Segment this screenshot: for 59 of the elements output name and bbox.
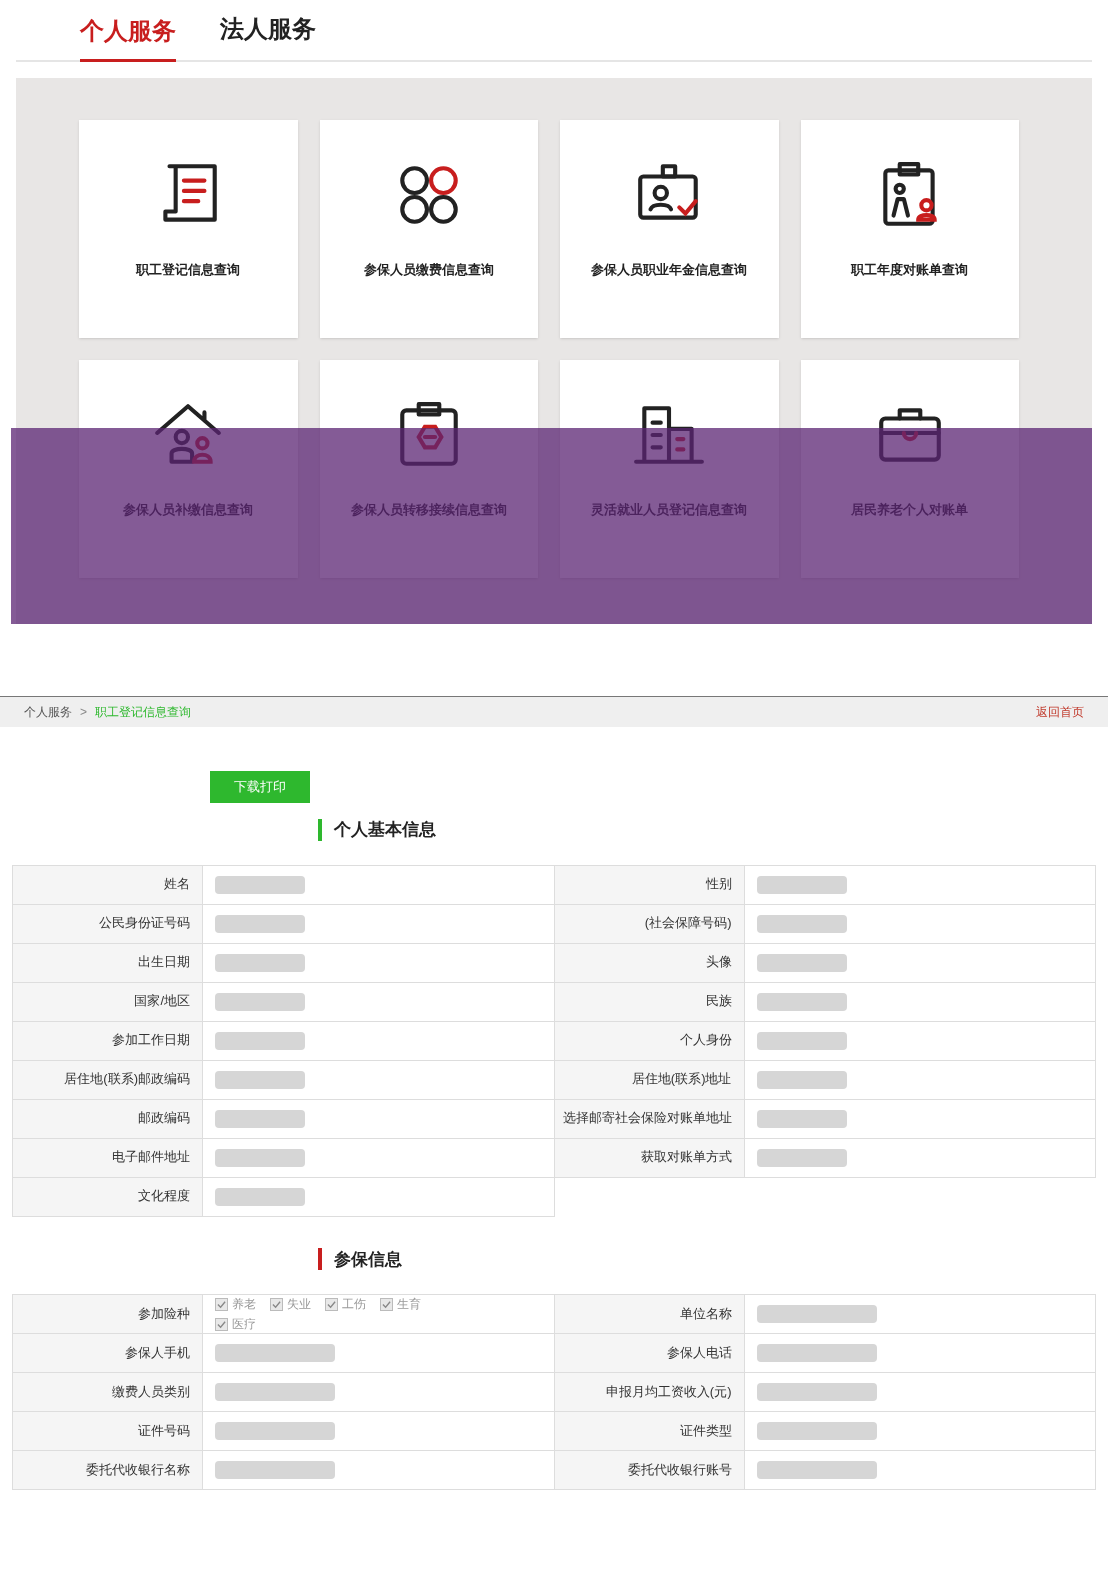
service-card[interactable]: 职工年度对账单查询 bbox=[800, 120, 1019, 338]
service-label: 参保人员转移接续信息查询 bbox=[350, 501, 507, 519]
service-card[interactable]: 参保人员职业年金信息查询 bbox=[560, 120, 779, 338]
download-print-button[interactable]: 下载打印 bbox=[210, 771, 310, 803]
service-label: 参保人员职业年金信息查询 bbox=[591, 261, 748, 279]
checkbox-option[interactable]: 医疗 bbox=[215, 1315, 256, 1333]
checkbox[interactable] bbox=[215, 1297, 228, 1311]
breadcrumb-link[interactable]: 个人服务 bbox=[24, 703, 72, 721]
field-label: 国家/地区 bbox=[13, 982, 203, 1022]
checkbox-option[interactable]: 失业 bbox=[270, 1295, 311, 1313]
home-link[interactable]: 返回首页 bbox=[1036, 703, 1084, 721]
field-label: (社会保障号码) bbox=[554, 904, 745, 944]
service-card[interactable]: 参保人员缴费信息查询 bbox=[319, 120, 538, 338]
tab[interactable]: 个人服务 bbox=[80, 13, 176, 62]
section-title: 参保信息 bbox=[334, 1248, 402, 1271]
service-label: 参保人员缴费信息查询 bbox=[363, 261, 494, 279]
field-label: 证件类型 bbox=[554, 1412, 745, 1451]
field-label: 参加险种 bbox=[13, 1295, 203, 1334]
field-label: 公民身份证号码 bbox=[13, 904, 203, 944]
field-label: 单位名称 bbox=[554, 1295, 745, 1334]
field-label: 头像 bbox=[554, 943, 745, 983]
field-label: 电子邮件地址 bbox=[13, 1138, 203, 1178]
field-label: 证件号码 bbox=[13, 1412, 203, 1451]
field-label: 参加工作日期 bbox=[13, 1021, 203, 1061]
field-label: 民族 bbox=[554, 982, 745, 1022]
field-label: 委托代收银行名称 bbox=[13, 1451, 203, 1490]
field-label: 缴费人员类别 bbox=[13, 1373, 203, 1412]
field-label: 出生日期 bbox=[13, 943, 203, 983]
field-label: 选择邮寄社会保险对账单地址 bbox=[554, 1099, 745, 1139]
service-label: 参保人员补缴信息查询 bbox=[123, 501, 254, 519]
field-label: 委托代收银行账号 bbox=[554, 1451, 745, 1490]
field-label: 获取对账单方式 bbox=[554, 1138, 745, 1178]
field-label: 个人身份 bbox=[554, 1021, 745, 1061]
tab[interactable]: 法人服务 bbox=[220, 11, 316, 60]
service-card[interactable]: 职工登记信息查询 bbox=[79, 120, 298, 338]
field-label: 居住地(联系)邮政编码 bbox=[13, 1060, 203, 1100]
section-marker bbox=[318, 818, 322, 841]
checkbox[interactable] bbox=[325, 1297, 338, 1311]
service-label: 居民养老个人对账单 bbox=[851, 501, 969, 519]
checkbox-option[interactable]: 生育 bbox=[380, 1295, 421, 1313]
checkbox[interactable] bbox=[380, 1297, 393, 1311]
service-label: 职工年度对账单查询 bbox=[851, 261, 969, 279]
field-label: 居住地(联系)地址 bbox=[554, 1060, 745, 1100]
field-label: 参保人手机 bbox=[13, 1334, 203, 1373]
service-label: 职工登记信息查询 bbox=[136, 261, 241, 279]
service-label: 灵活就业人员登记信息查询 bbox=[591, 501, 748, 519]
checkbox[interactable] bbox=[215, 1317, 228, 1331]
checkbox[interactable] bbox=[270, 1297, 283, 1311]
field-label: 文化程度 bbox=[13, 1177, 203, 1217]
field-label: 性别 bbox=[554, 865, 745, 905]
field-label: 姓名 bbox=[13, 865, 203, 905]
checkbox-option[interactable]: 工伤 bbox=[325, 1295, 366, 1313]
field-label: 参保人电话 bbox=[554, 1334, 745, 1373]
section-marker bbox=[318, 1248, 322, 1271]
checkbox-option[interactable]: 养老 bbox=[215, 1295, 256, 1313]
field-label: 申报月均工资收入(元) bbox=[554, 1373, 745, 1412]
section-title: 个人基本信息 bbox=[334, 819, 436, 841]
field-label: 邮政编码 bbox=[13, 1099, 203, 1139]
breadcrumb-separator: > bbox=[80, 704, 87, 721]
